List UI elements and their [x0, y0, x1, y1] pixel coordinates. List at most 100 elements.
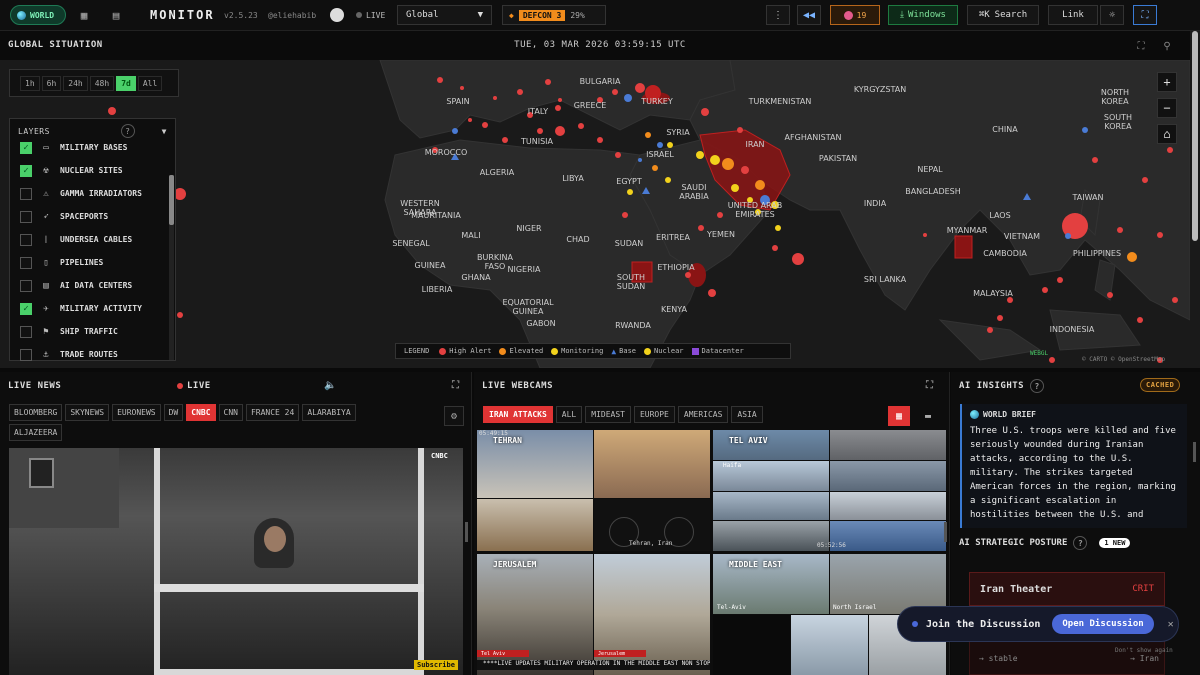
event-marker[interactable]: [1157, 232, 1163, 238]
event-marker[interactable]: [701, 108, 709, 116]
reset-view-button[interactable]: ⌂: [1157, 124, 1177, 144]
event-marker[interactable]: [923, 233, 927, 237]
collapse-icon[interactable]: ▼: [162, 127, 167, 136]
event-marker[interactable]: [772, 245, 778, 251]
layer-checkbox[interactable]: ✓: [20, 302, 32, 315]
event-marker[interactable]: [108, 107, 116, 115]
time-range-6h[interactable]: 6h: [41, 75, 62, 91]
layer-item[interactable]: ✓ ▭ MILITARY BASES: [10, 136, 175, 159]
event-marker[interactable]: [555, 126, 565, 136]
layer-item[interactable]: ➶ SPACEPORTS: [10, 205, 175, 228]
event-marker[interactable]: [1117, 227, 1123, 233]
event-marker[interactable]: [545, 79, 551, 85]
layer-checkbox[interactable]: [20, 279, 32, 292]
event-marker[interactable]: [555, 105, 561, 111]
channel-tab[interactable]: ALJAZEERA: [9, 424, 63, 441]
help-icon[interactable]: ?: [1030, 379, 1045, 393]
event-marker[interactable]: [1092, 157, 1098, 163]
event-marker[interactable]: [627, 189, 633, 195]
event-marker[interactable]: [1065, 233, 1071, 239]
channel-tab[interactable]: FRANCE 24: [245, 404, 300, 421]
event-marker[interactable]: [635, 83, 645, 93]
time-range-7d[interactable]: 7d: [116, 75, 136, 91]
subscribe-button[interactable]: Subscribe: [414, 660, 458, 670]
panel-resize-handle[interactable]: [944, 522, 947, 542]
time-range-all[interactable]: All: [137, 75, 163, 91]
event-marker[interactable]: [708, 289, 716, 297]
time-range-1h[interactable]: 1h: [20, 75, 40, 91]
zoom-out-button[interactable]: −: [1157, 98, 1177, 118]
rewind-button[interactable]: ◀◀: [797, 5, 821, 25]
iran-theater-card[interactable]: Iran Theater CRIT: [969, 572, 1165, 606]
layers-scrollbar[interactable]: [169, 175, 174, 360]
event-marker[interactable]: [737, 127, 743, 133]
event-marker[interactable]: [638, 158, 642, 162]
event-marker[interactable]: [1057, 277, 1063, 283]
mute-icon[interactable]: 🔈: [324, 380, 337, 391]
event-marker[interactable]: [578, 123, 584, 129]
event-marker[interactable]: [652, 165, 658, 171]
event-marker[interactable]: [1107, 292, 1113, 298]
event-marker[interactable]: [612, 89, 618, 95]
panel-resize-handle[interactable]: [1193, 442, 1196, 462]
expand-icon[interactable]: ⛶: [926, 380, 934, 391]
channel-tab[interactable]: CNN: [218, 404, 243, 421]
webcam-tehran[interactable]: TEHRAN 05:49:15 Tehran, Iran: [477, 430, 710, 551]
time-range-48h[interactable]: 48h: [89, 75, 115, 91]
map-attribution[interactable]: © CARTO © OpenStreetMap: [1082, 356, 1165, 363]
event-marker[interactable]: [482, 122, 488, 128]
event-marker[interactable]: [792, 253, 804, 265]
panel-resize-handle[interactable]: [465, 522, 468, 542]
channel-settings-button[interactable]: ⚙: [444, 406, 464, 426]
channel-tab[interactable]: DW: [163, 404, 184, 421]
news-video-player[interactable]: CNBC Subscribe: [9, 448, 463, 675]
dont-show-again-link[interactable]: Don't show again: [1115, 647, 1173, 654]
event-marker[interactable]: [1049, 357, 1055, 363]
event-marker[interactable]: [1127, 252, 1137, 262]
page-scrollbar[interactable]: [1190, 31, 1200, 368]
event-marker[interactable]: [1167, 147, 1173, 153]
event-marker[interactable]: [452, 128, 458, 134]
event-marker[interactable]: [558, 98, 562, 102]
event-marker[interactable]: [493, 96, 497, 100]
event-marker[interactable]: [622, 212, 628, 218]
webcam-jerusalem[interactable]: JERUSALEM Tel Aviv Jerusalem ****LIVE UP…: [477, 554, 710, 675]
event-marker[interactable]: [1082, 127, 1088, 133]
event-marker[interactable]: [468, 118, 472, 122]
event-marker[interactable]: [696, 151, 704, 159]
event-marker[interactable]: [645, 132, 651, 138]
channel-tab[interactable]: SKYNEWS: [65, 404, 110, 421]
layer-checkbox[interactable]: [20, 256, 32, 269]
map-expand-icon[interactable]: ⛶: [1132, 38, 1150, 54]
event-marker[interactable]: [698, 225, 704, 231]
webcam-tab[interactable]: IRAN ATTACKS: [483, 406, 553, 423]
webcam-tab[interactable]: ASIA: [731, 406, 763, 423]
single-view-button[interactable]: ▬: [917, 406, 939, 426]
channel-tab[interactable]: CNBC: [186, 404, 216, 421]
github-icon[interactable]: [330, 8, 344, 22]
event-marker[interactable]: [615, 152, 621, 158]
layer-item[interactable]: ▯ PIPELINES: [10, 251, 175, 274]
zoom-in-button[interactable]: +: [1157, 72, 1177, 92]
layer-checkbox[interactable]: [20, 187, 32, 200]
pin-icon[interactable]: ⚲: [1158, 38, 1176, 54]
layer-item[interactable]: ✓ ☢ NUCLEAR SITES: [10, 159, 175, 182]
event-marker[interactable]: [502, 137, 508, 143]
layer-checkbox[interactable]: ✓: [20, 141, 32, 154]
event-marker[interactable]: [624, 94, 632, 102]
alerts-button[interactable]: 19: [830, 5, 880, 25]
event-marker[interactable]: [685, 272, 691, 278]
webcam-tab[interactable]: EUROPE: [633, 406, 675, 423]
channel-tab[interactable]: BLOOMBERG: [9, 404, 63, 421]
layer-checkbox[interactable]: [20, 348, 32, 361]
defcon-indicator[interactable]: ◆ DEFCON 3 29%: [502, 5, 606, 25]
region-select[interactable]: Global ▼: [397, 5, 492, 25]
tech-variant-button[interactable]: ▦: [70, 5, 98, 25]
event-marker[interactable]: [997, 315, 1003, 321]
event-marker[interactable]: [177, 312, 183, 318]
event-marker[interactable]: [755, 180, 765, 190]
event-marker[interactable]: [517, 89, 523, 95]
time-range-24h[interactable]: 24h: [63, 75, 88, 91]
theme-toggle-button[interactable]: ☼: [1100, 5, 1124, 25]
close-icon[interactable]: ✕: [1168, 619, 1174, 630]
